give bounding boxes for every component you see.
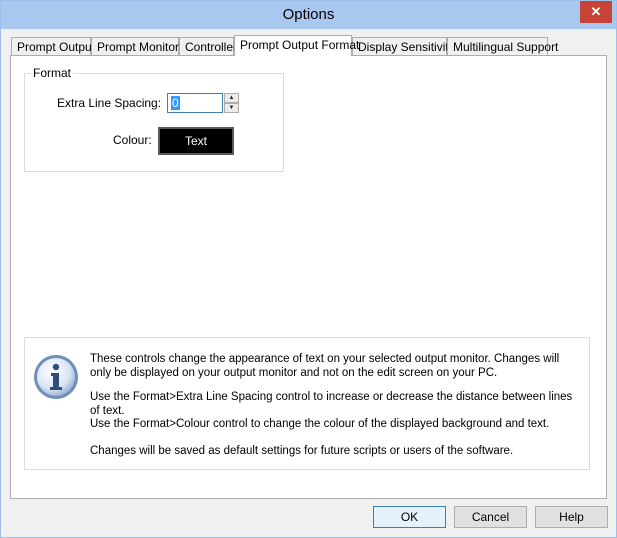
- info-paragraph: Use the Format>Extra Line Spacing contro…: [90, 391, 573, 417]
- extra-line-spacing-input[interactable]: 0: [167, 93, 223, 113]
- tab-prompt-output[interactable]: Prompt Output: [11, 37, 95, 55]
- tab-panel-prompt-output-format: Format Extra Line Spacing: 0 ▲ ▼ Colour:…: [10, 55, 607, 499]
- ok-button[interactable]: OK: [373, 506, 446, 528]
- format-group: Format Extra Line Spacing: 0 ▲ ▼ Colour:…: [24, 66, 284, 172]
- info-paragraph: Use the Format>Colour control to change …: [90, 418, 550, 430]
- format-group-legend: Format: [31, 66, 74, 80]
- cancel-button[interactable]: Cancel: [454, 506, 527, 528]
- help-button[interactable]: Help: [535, 506, 608, 528]
- tab-display-sensitivity[interactable]: Display Sensitivity: [352, 37, 455, 55]
- tab-prompt-output-format[interactable]: Prompt Output Format: [234, 35, 359, 56]
- title-bar[interactable]: Options ✕: [1, 1, 616, 29]
- close-icon: ✕: [590, 4, 602, 19]
- options-dialog: Options ✕ Prompt Output Prompt Monitor C…: [0, 0, 617, 538]
- colour-button[interactable]: Text: [158, 127, 234, 155]
- info-icon: [34, 355, 78, 399]
- extra-line-spacing-label: Extra Line Spacing:: [57, 96, 162, 110]
- spin-up-button[interactable]: ▲: [224, 93, 239, 103]
- info-paragraph: Changes will be saved as default setting…: [90, 445, 514, 457]
- window-title: Options: [282, 6, 335, 23]
- tab-prompt-monitor[interactable]: Prompt Monitor: [91, 37, 179, 55]
- colour-label: Colour:: [113, 133, 152, 147]
- extra-line-spacing-spinner: ▲ ▼: [224, 93, 239, 113]
- tab-controller[interactable]: Controller: [179, 37, 237, 55]
- arrow-down-icon: ▼: [228, 105, 235, 111]
- close-button[interactable]: ✕: [580, 1, 612, 23]
- dialog-client-area: Prompt Output Prompt Monitor Controller …: [7, 29, 610, 533]
- extra-line-spacing-value: 0: [171, 96, 180, 110]
- spin-down-button[interactable]: ▼: [224, 103, 239, 113]
- tab-multilingual-support[interactable]: Multilingual Support: [447, 37, 558, 55]
- info-panel: These controls change the appearance of …: [24, 337, 590, 470]
- arrow-up-icon: ▲: [228, 95, 235, 101]
- info-paragraph: These controls change the appearance of …: [90, 353, 560, 379]
